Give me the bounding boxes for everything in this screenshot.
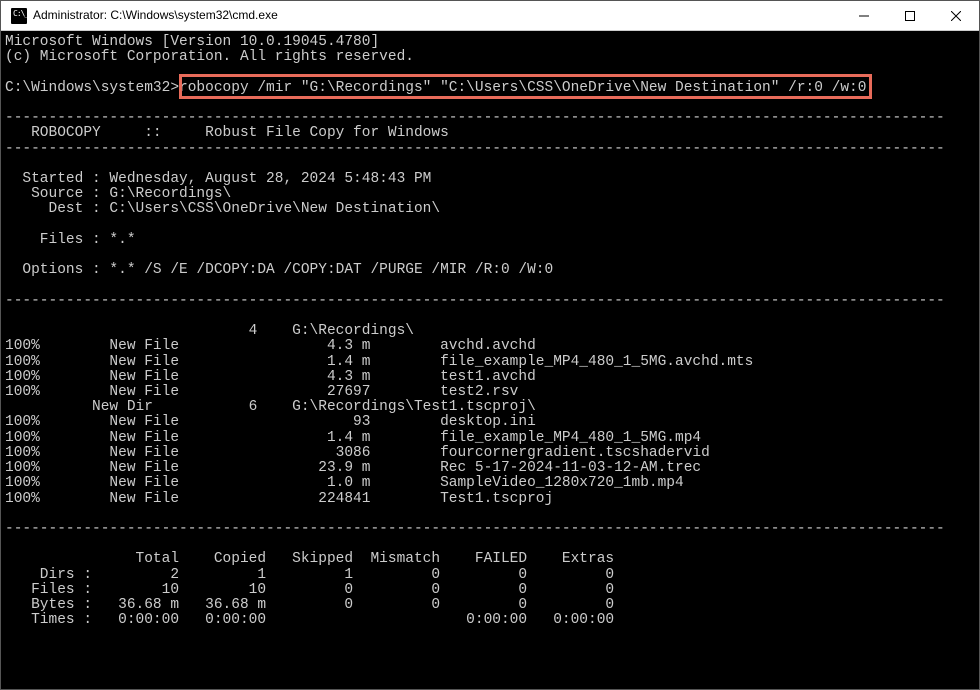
- terminal-line: Times : 0:00:00 0:00:00 0:00:00 0:00:00: [5, 613, 979, 628]
- terminal-line: Files : 10 10 0 0 0 0: [5, 583, 979, 598]
- terminal-line: [5, 309, 979, 324]
- terminal-line: 100% New File 23.9 m Rec 5-17-2024-11-03…: [5, 461, 979, 476]
- terminal-line: Source : G:\Recordings\: [5, 187, 979, 202]
- maximize-button[interactable]: [887, 1, 933, 31]
- terminal-line: [5, 96, 979, 111]
- terminal-line: Options : *.* /S /E /DCOPY:DA /COPY:DAT …: [5, 263, 979, 278]
- cmd-window: Administrator: C:\Windows\system32\cmd.e…: [0, 0, 980, 690]
- terminal-line: (c) Microsoft Corporation. All rights re…: [5, 50, 979, 65]
- terminal-line: Microsoft Windows [Version 10.0.19045.47…: [5, 35, 979, 50]
- terminal-line: 100% New File 1.4 m file_example_MP4_480…: [5, 431, 979, 446]
- terminal-line: ROBOCOPY :: Robust File Copy for Windows: [5, 126, 979, 141]
- terminal-line: [5, 65, 979, 80]
- terminal-line: 100% New File 3086 fourcornergradient.ts…: [5, 446, 979, 461]
- terminal-line: [5, 157, 979, 172]
- minimize-button[interactable]: [841, 1, 887, 31]
- terminal-line: ----------------------------------------…: [5, 111, 979, 126]
- cmd-icon: [11, 8, 27, 24]
- terminal-line: 100% New File 27697 test2.rsv: [5, 385, 979, 400]
- terminal-line: ----------------------------------------…: [5, 522, 979, 537]
- terminal-line: [5, 279, 979, 294]
- terminal-line: [5, 537, 979, 552]
- titlebar[interactable]: Administrator: C:\Windows\system32\cmd.e…: [1, 1, 979, 31]
- terminal-line: Dirs : 2 1 1 0 0 0: [5, 568, 979, 583]
- terminal-line: Total Copied Skipped Mismatch FAILED Ext…: [5, 552, 979, 567]
- terminal-line: 4 G:\Recordings\: [5, 324, 979, 339]
- terminal-line: 100% New File 4.3 m test1.avchd: [5, 370, 979, 385]
- terminal-line: 100% New File 1.0 m SampleVideo_1280x720…: [5, 476, 979, 491]
- terminal-line: ----------------------------------------…: [5, 142, 979, 157]
- terminal-line: 100% New File 1.4 m file_example_MP4_480…: [5, 355, 979, 370]
- terminal-line: [5, 507, 979, 522]
- window-title: Administrator: C:\Windows\system32\cmd.e…: [33, 9, 841, 22]
- terminal-line: Files : *.*: [5, 233, 979, 248]
- close-button[interactable]: [933, 1, 979, 31]
- terminal-line: Bytes : 36.68 m 36.68 m 0 0 0 0: [5, 598, 979, 613]
- terminal-output[interactable]: Microsoft Windows [Version 10.0.19045.47…: [1, 31, 979, 689]
- terminal-line: 100% New File 4.3 m avchd.avchd: [5, 339, 979, 354]
- terminal-line: C:\Windows\system32>robocopy /mir "G:\Re…: [5, 81, 979, 96]
- terminal-line: Started : Wednesday, August 28, 2024 5:4…: [5, 172, 979, 187]
- terminal-line: 100% New File 224841 Test1.tscproj: [5, 492, 979, 507]
- terminal-line: [5, 248, 979, 263]
- terminal-line: 100% New File 93 desktop.ini: [5, 415, 979, 430]
- terminal-line: Dest : C:\Users\CSS\OneDrive\New Destina…: [5, 202, 979, 217]
- terminal-line: ----------------------------------------…: [5, 294, 979, 309]
- terminal-line: New Dir 6 G:\Recordings\Test1.tscproj\: [5, 400, 979, 415]
- terminal-line: [5, 218, 979, 233]
